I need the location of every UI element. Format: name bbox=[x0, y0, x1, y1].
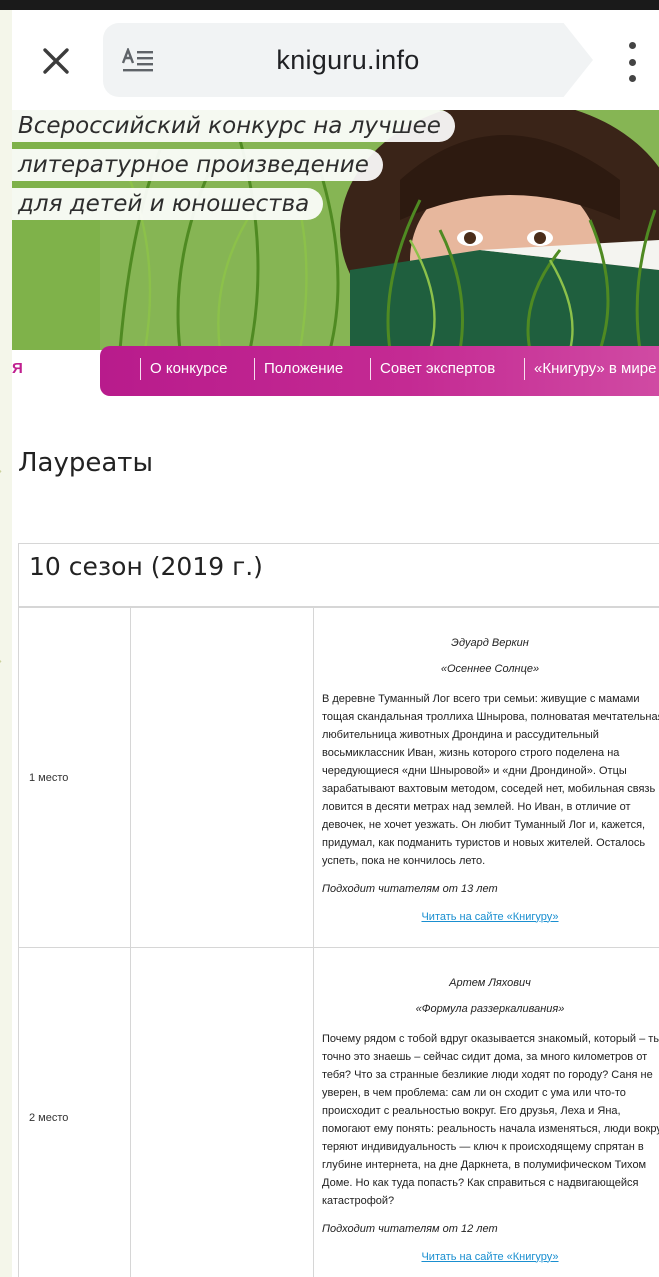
laureates-table: 1 место Эдуард Веркин «Осеннее Солнце» В… bbox=[18, 607, 659, 1277]
book-author: Эдуард Веркин bbox=[451, 636, 529, 649]
more-vert-icon[interactable] bbox=[620, 40, 644, 84]
nav-item-about[interactable]: О конкурсе bbox=[150, 360, 227, 377]
book-author: Артем Ляхович bbox=[449, 976, 531, 989]
nav-item-experts[interactable]: Совет экспертов bbox=[380, 360, 495, 377]
read-link[interactable]: Читать на сайте «Книгуру» bbox=[322, 1248, 659, 1266]
status-bar-edge bbox=[0, 0, 659, 10]
book-description: В деревне Туманный Лог всего три семьи: … bbox=[322, 692, 659, 867]
url-text: kniguru.info bbox=[276, 45, 420, 75]
web-page: kniguru.info Всероссийский конкурс на лу… bbox=[12, 10, 659, 1277]
banner-photo bbox=[100, 110, 659, 350]
cover-cell bbox=[130, 607, 314, 948]
close-icon[interactable] bbox=[36, 41, 76, 81]
page-title: Лауреаты bbox=[18, 448, 153, 478]
nav-separator bbox=[524, 358, 525, 380]
tagline-line: для детей и юношества bbox=[12, 188, 324, 220]
nav-item-world[interactable]: «Книгуру» в мире bbox=[534, 360, 656, 377]
place-cell: 1 место bbox=[18, 607, 131, 948]
url-bar[interactable]: kniguru.info bbox=[103, 23, 593, 97]
table-row: 1 место Эдуард Веркин «Осеннее Солнце» В… bbox=[18, 607, 659, 948]
book-cell: Артем Ляхович «Формула раззеркаливания» … bbox=[313, 947, 659, 1277]
book-title: «Осеннее Солнце» bbox=[440, 662, 540, 675]
nav-item-rules[interactable]: Положение bbox=[264, 360, 343, 377]
tagline-line: Всероссийский конкурс на лучшее bbox=[12, 110, 455, 142]
nav-separator bbox=[370, 358, 371, 380]
site-nav: О конкурсе Положение Совет экспертов «Кн… bbox=[100, 346, 659, 396]
place-cell: 2 место bbox=[18, 947, 131, 1277]
season-header: 10 сезон (2019 г.) bbox=[18, 543, 659, 607]
age-rating: Подходит читателям от 12 лет bbox=[322, 1222, 498, 1235]
book-cell: Эдуард Веркин «Осеннее Солнце» В деревне… bbox=[313, 607, 659, 948]
background-decoration bbox=[0, 660, 2, 706]
browser-toolbar: kniguru.info bbox=[12, 10, 659, 110]
age-rating: Подходит читателям от 13 лет bbox=[322, 882, 498, 895]
tagline-line: литературное произведение bbox=[12, 149, 383, 181]
site-banner bbox=[12, 110, 659, 350]
nav-separator bbox=[254, 358, 255, 380]
season-title: 10 сезон (2019 г.) bbox=[29, 552, 263, 581]
book-title: «Формула раззеркаливания» bbox=[415, 1002, 565, 1015]
cover-cell bbox=[130, 947, 314, 1277]
book-description: Почему рядом с тобой вдруг оказывается з… bbox=[322, 1032, 659, 1207]
background-decoration bbox=[0, 470, 2, 504]
nav-left-fragment[interactable]: Я bbox=[12, 360, 23, 377]
nav-separator bbox=[140, 358, 141, 380]
table-row: 2 место Артем Ляхович «Формула раззеркал… bbox=[18, 947, 659, 1277]
read-link[interactable]: Читать на сайте «Книгуру» bbox=[322, 908, 659, 926]
